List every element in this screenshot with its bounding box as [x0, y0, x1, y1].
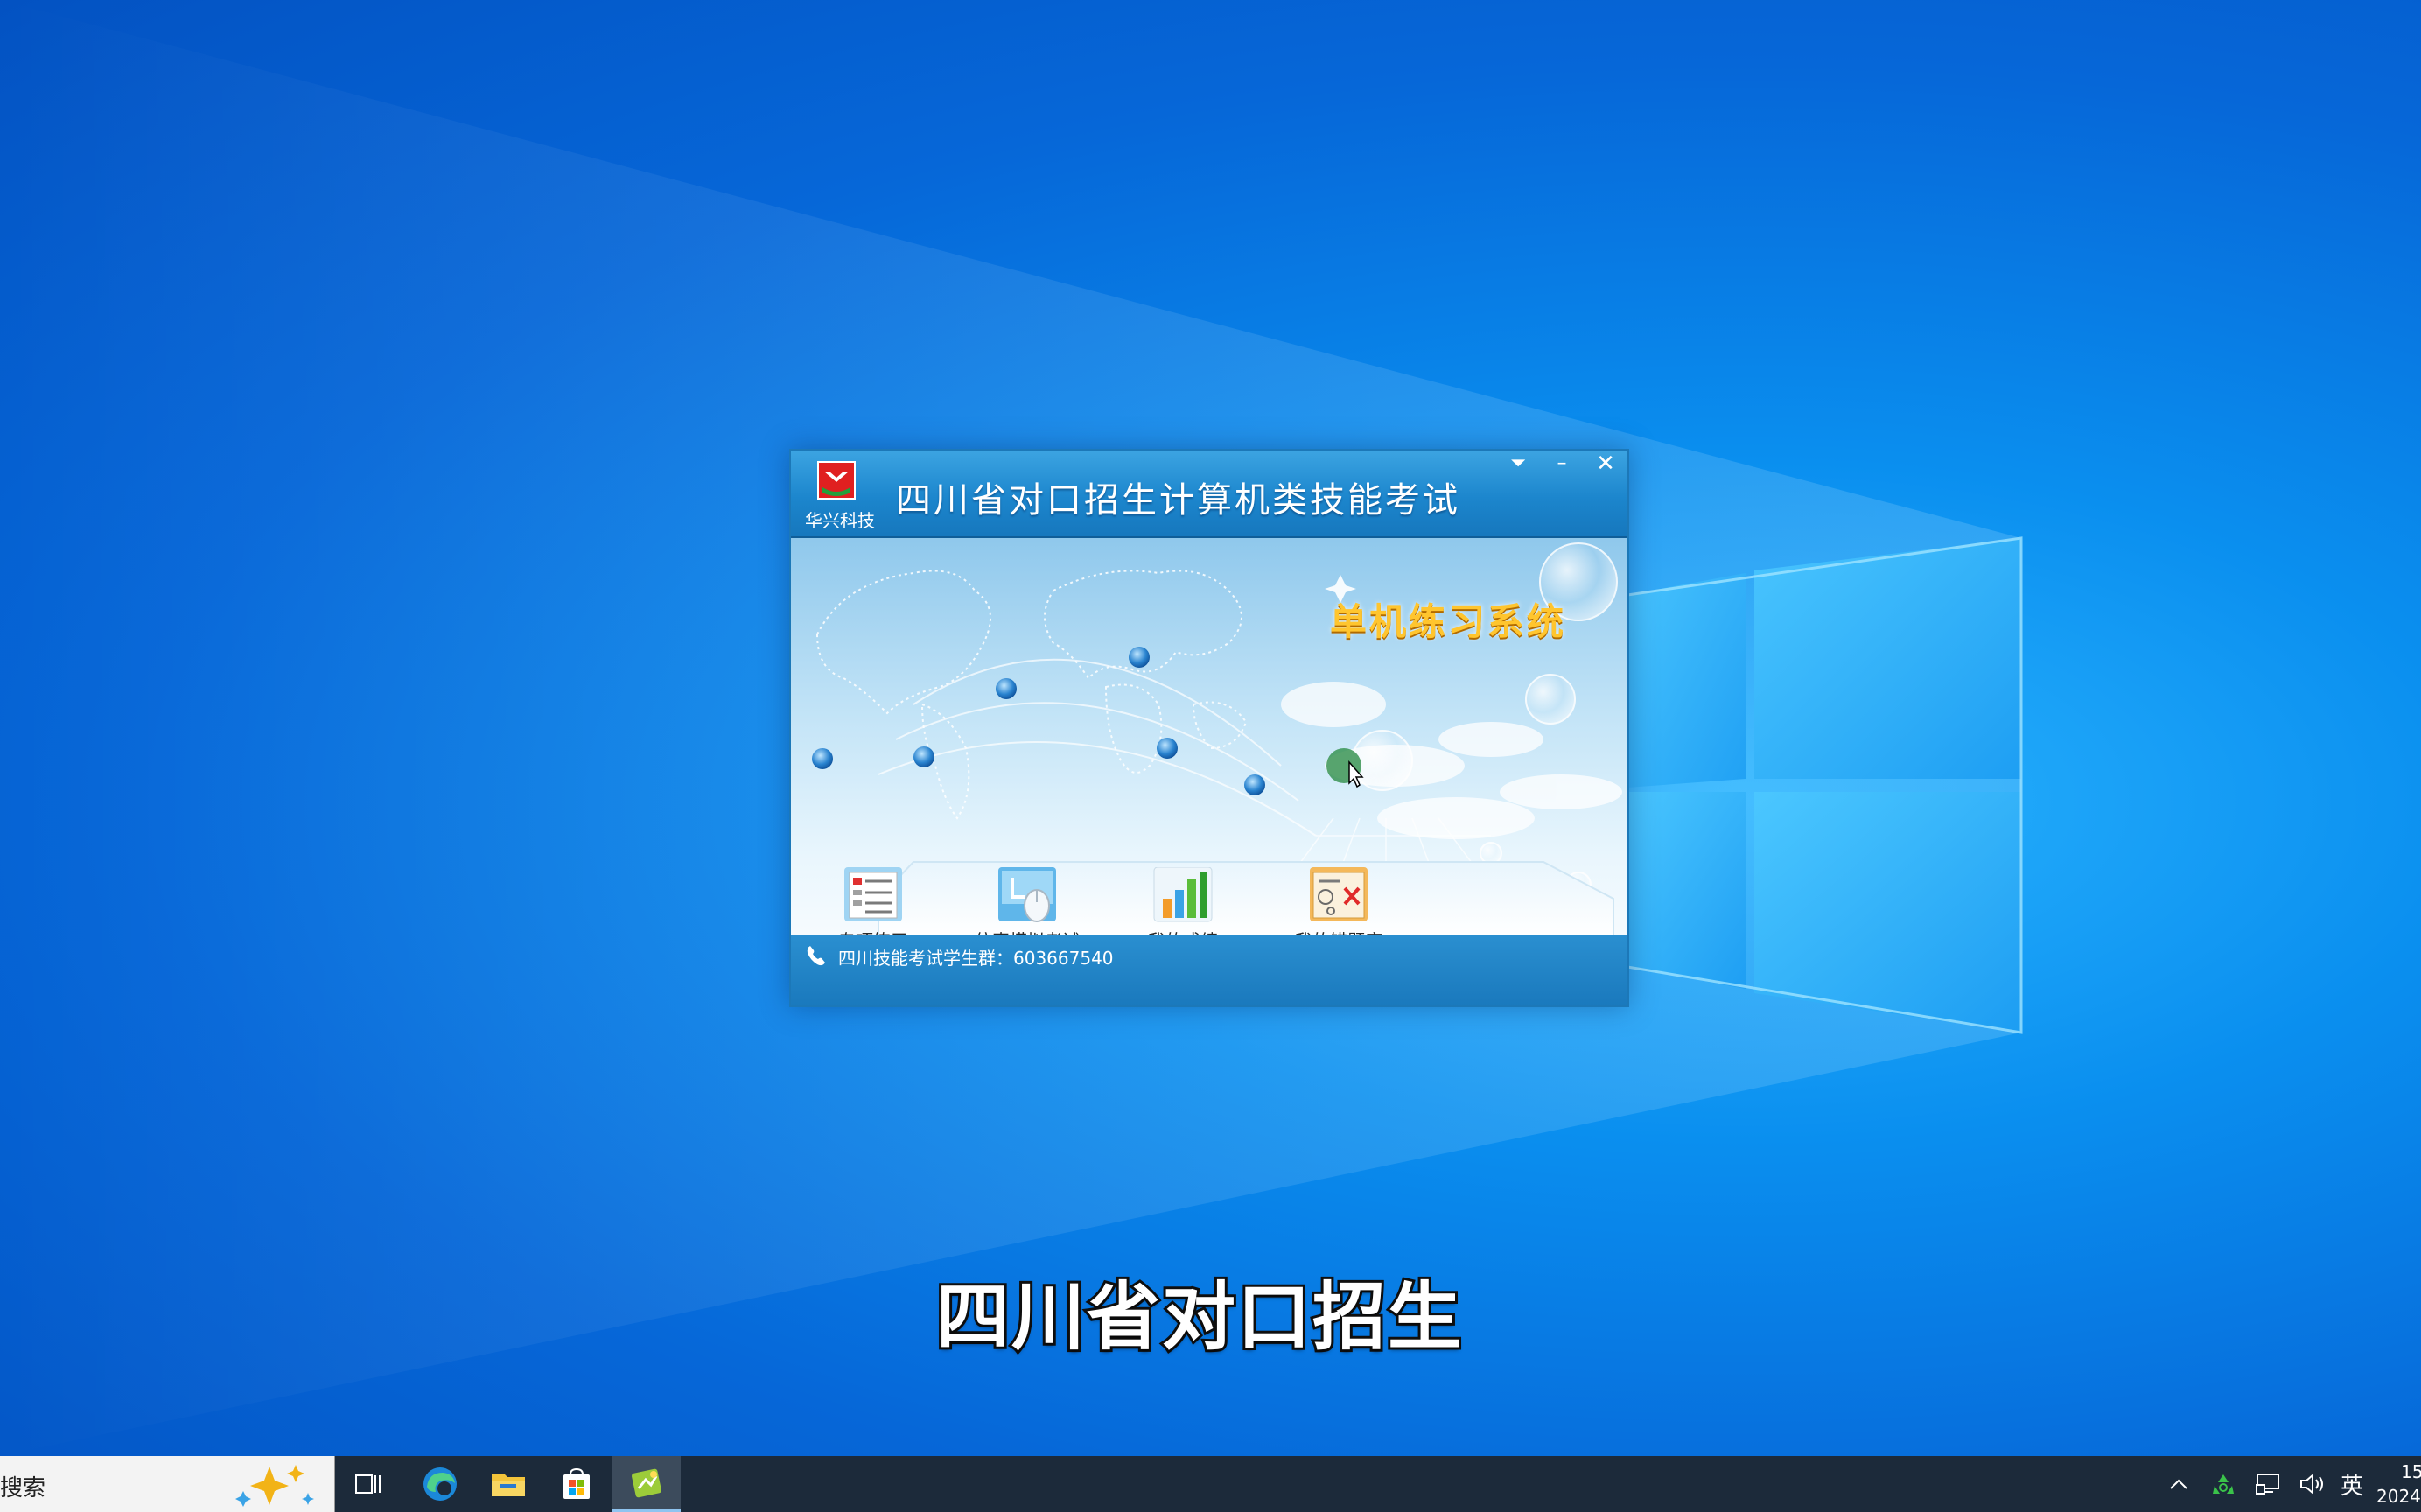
my-mistakes-button[interactable]: 我的错题库: [1277, 867, 1400, 935]
mock-exam-label: 仿真模拟考试: [966, 927, 1088, 935]
app-window: 华兴科技 四川省对口招生计算机类技能考试 ⏷ – ✕ 单机练习系统 四川技能考试…: [789, 449, 1629, 1007]
chevron-up-icon: [2170, 1479, 2187, 1489]
edge-browser-button[interactable]: [406, 1456, 474, 1512]
exam-app-icon: [631, 1468, 662, 1498]
my-scores-label: 我的成绩: [1122, 927, 1244, 935]
special-practice-button[interactable]: 专项练习: [812, 867, 934, 935]
show-hidden-icons-button[interactable]: [2161, 1456, 2196, 1512]
footer-contact-text: 四川技能考试学生群：603667540: [838, 948, 1114, 969]
file-explorer-button[interactable]: [474, 1456, 542, 1512]
volume-icon: [2300, 1473, 2323, 1495]
phone-icon: [807, 946, 825, 966]
sparkle-icon: [235, 1465, 314, 1507]
network-icon: [2256, 1474, 2279, 1494]
app-title: 四川省对口招生计算机类技能考试: [896, 480, 1460, 521]
task-view-button[interactable]: [334, 1456, 402, 1512]
clock-date: 2024: [2376, 1486, 2421, 1507]
task-view-icon: [355, 1474, 381, 1494]
desktop: 华兴科技 四川省对口招生计算机类技能考试 ⏷ – ✕ 单机练习系统 四川技能考试…: [0, 0, 2421, 1456]
taskbar: 搜索 英 15 2024: [0, 1456, 2421, 1512]
store-icon: [563, 1467, 590, 1499]
document-list-icon: [844, 867, 902, 921]
clock-time: 15: [2401, 1461, 2421, 1482]
taskbar-search-box[interactable]: 搜索: [0, 1456, 335, 1512]
bar-chart-icon: [1153, 867, 1213, 922]
my-scores-button[interactable]: 我的成绩: [1122, 867, 1244, 935]
edge-icon: [423, 1467, 457, 1501]
logo-text: 华兴科技: [805, 510, 875, 531]
status-bar: 四川技能考试学生群：603667540: [791, 935, 1627, 1005]
logo: 华兴科技: [805, 459, 875, 533]
banner: 单机练习系统 专项练习: [791, 538, 1627, 935]
mouse-cursor-icon: [1326, 748, 1364, 788]
input-method-button[interactable]: 英: [2333, 1456, 2371, 1512]
folder-icon: [492, 1474, 525, 1496]
security-tray-button[interactable]: [2203, 1456, 2243, 1512]
recycle-icon: [2213, 1474, 2234, 1494]
mock-exam-button[interactable]: 仿真模拟考试: [966, 867, 1088, 935]
active-app-button[interactable]: [612, 1456, 681, 1512]
huaxing-logo-icon: [817, 461, 856, 500]
my-mistakes-label: 我的错题库: [1277, 927, 1400, 935]
mouse-exam-icon: [998, 867, 1056, 922]
microsoft-store-button[interactable]: [542, 1456, 611, 1512]
banner-subtitle: 单机练习系统: [1330, 600, 1567, 643]
network-tray-button[interactable]: [2249, 1456, 2289, 1512]
close-button[interactable]: ✕: [1584, 451, 1627, 477]
special-practice-label: 专项练习: [812, 927, 934, 935]
title-bar[interactable]: 华兴科技 四川省对口招生计算机类技能考试 ⏷ – ✕: [791, 451, 1627, 538]
wrong-answers-icon: [1310, 867, 1368, 921]
volume-tray-button[interactable]: [2292, 1456, 2333, 1512]
taskbar-clock[interactable]: 15 2024: [2373, 1460, 2421, 1512]
minimize-button[interactable]: –: [1540, 451, 1584, 477]
search-placeholder: 搜索: [0, 1475, 46, 1502]
menu-dropdown-button[interactable]: ⏷: [1496, 451, 1540, 477]
video-caption: 四川省对口招生: [934, 1271, 1464, 1362]
